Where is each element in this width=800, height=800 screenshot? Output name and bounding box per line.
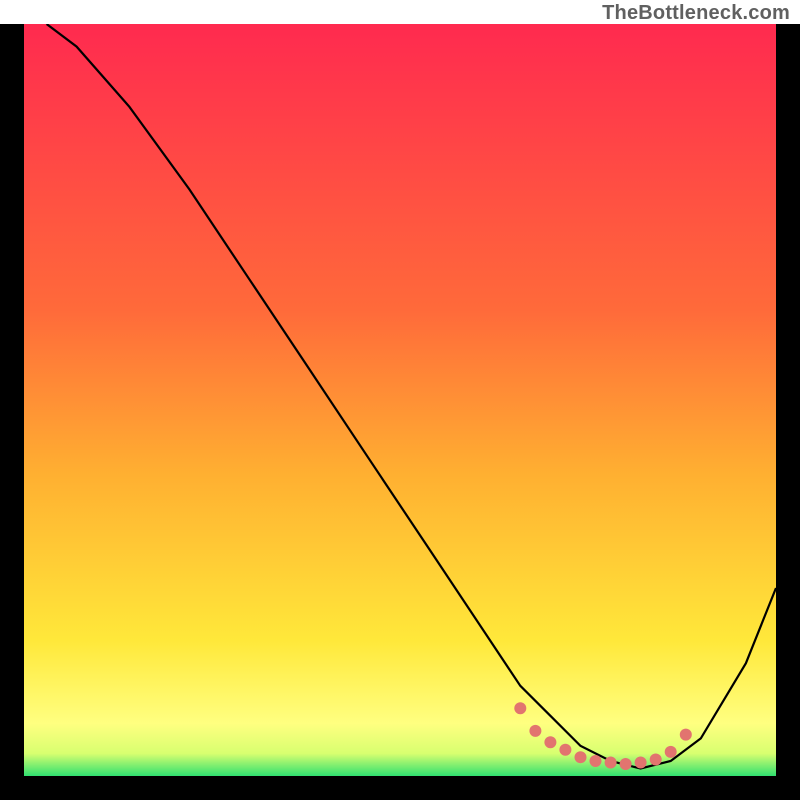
watermark-text: TheBottleneck.com bbox=[602, 2, 790, 25]
marker-dot bbox=[650, 754, 662, 766]
marker-dot bbox=[559, 744, 571, 756]
axis-bottom-border bbox=[0, 776, 800, 800]
marker-dot bbox=[605, 757, 617, 769]
marker-dot bbox=[665, 746, 677, 758]
marker-dot bbox=[635, 757, 647, 769]
marker-dot bbox=[590, 755, 602, 767]
marker-dot bbox=[680, 729, 692, 741]
marker-dot bbox=[575, 751, 587, 763]
marker-dot bbox=[529, 725, 541, 737]
axis-left-border bbox=[0, 0, 24, 800]
marker-dot bbox=[514, 702, 526, 714]
marker-dot bbox=[544, 736, 556, 748]
chart-svg bbox=[0, 0, 800, 800]
chart-canvas: TheBottleneck.com bbox=[0, 0, 800, 800]
marker-dot bbox=[620, 758, 632, 770]
gradient-background bbox=[24, 24, 776, 776]
plot-area bbox=[24, 24, 776, 776]
axis-right-border bbox=[776, 0, 800, 800]
